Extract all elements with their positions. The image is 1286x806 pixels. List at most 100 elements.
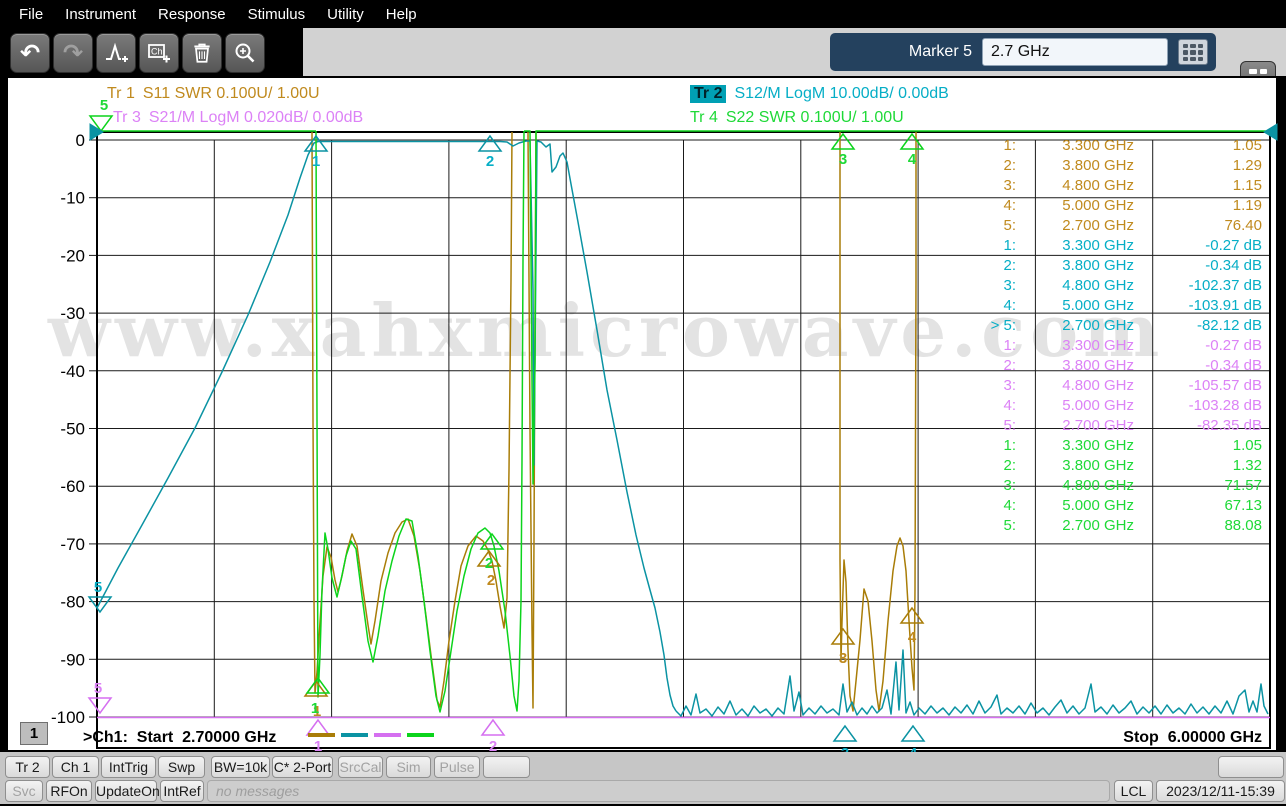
active-marker-bar: Marker 5	[830, 33, 1216, 71]
status-ch-1[interactable]: Ch 1	[52, 756, 99, 778]
marker-row: 1: 3.300 GHz 1.05	[950, 436, 1262, 456]
marker-number: 5:	[1003, 517, 1016, 534]
legend-dash-green	[407, 733, 434, 737]
toolbar: ↶ ↷ Ch Marker 5	[0, 28, 1286, 99]
marker-number: 4:	[1003, 497, 1016, 514]
marker-row: 5: 2.700 GHz 76.40	[950, 216, 1262, 236]
marker-number: 3:	[1003, 377, 1016, 394]
marker-frequency: 2.700 GHz	[1062, 317, 1134, 334]
marker-frequency: 5.000 GHz	[1062, 497, 1134, 514]
keypad-icon[interactable]	[1178, 39, 1208, 65]
marker-value: -103.91 dB	[1188, 297, 1262, 314]
marker-value: -82.12 dB	[1196, 317, 1262, 334]
menu-utility[interactable]: Utility	[318, 4, 373, 25]
marker-value: 1.05	[1232, 437, 1262, 454]
redo-button: ↷	[53, 33, 93, 73]
marker-frequency: 2.700 GHz	[1062, 517, 1134, 534]
marker-frequency: 5.000 GHz	[1062, 197, 1134, 214]
menu-bar: File Instrument Response Stimulus Utility Hel…	[0, 0, 1286, 28]
marker-number: 5:	[1003, 217, 1016, 234]
trace-label-row-4: Tr 4 S22 SWR 0.100U/ 1.00U	[690, 109, 904, 127]
status-blank	[1218, 756, 1284, 778]
zoom-in-button[interactable]	[225, 33, 265, 73]
menu-file[interactable]: File	[10, 4, 52, 25]
marker-frequency: 4.800 GHz	[1062, 177, 1134, 194]
marker-number: 2:	[1003, 257, 1016, 274]
marker-value: 67.13	[1224, 497, 1262, 514]
status-lcl[interactable]: LCL	[1114, 780, 1153, 802]
status-updateon[interactable]: UpdateOn	[95, 780, 160, 802]
marker-frequency: 2.700 GHz	[1062, 417, 1134, 434]
marker-row: 1: 3.300 GHz 1.05	[950, 136, 1262, 156]
marker-number: > 5:	[990, 317, 1016, 334]
menu-response[interactable]: Response	[149, 4, 235, 25]
status-rfon[interactable]: RFOn	[46, 780, 92, 802]
marker-value: 1.29	[1232, 157, 1262, 174]
trace-params-3: S21/M LogM 0.020dB/ 0.00dB	[148, 109, 364, 126]
marker-number: 1:	[1003, 137, 1016, 154]
undo-button[interactable]: ↶	[10, 33, 50, 73]
marker-number: 4:	[1003, 297, 1016, 314]
marker-row: 2: 3.800 GHz -0.34 dB	[950, 356, 1262, 376]
status-swp[interactable]: Swp	[158, 756, 205, 778]
marker-row: 5: 2.700 GHz 88.08	[950, 516, 1262, 536]
marker-row: 1: 3.300 GHz -0.27 dB	[950, 236, 1262, 256]
trace-label-row-1: Tr 1 S11 SWR 0.100U/ 1.00U	[107, 85, 320, 103]
marker-row: 5: 2.700 GHz -82.35 dB	[950, 416, 1262, 436]
marker-row: 2: 3.800 GHz 1.29	[950, 156, 1262, 176]
marker-number: 1:	[1003, 237, 1016, 254]
marker-row: 1: 3.300 GHz -0.27 dB	[950, 336, 1262, 356]
trace-params-4: S22 SWR 0.100U/ 1.00U	[725, 109, 904, 126]
marker-row: 4: 5.000 GHz 67.13	[950, 496, 1262, 516]
trace-label-row-2: Tr 2 S12/M LogM 10.00dB/ 0.00dB	[690, 85, 949, 103]
marker-frequency: 3.300 GHz	[1062, 337, 1134, 354]
marker-number: 2:	[1003, 357, 1016, 374]
trace-id-3[interactable]: Tr 3	[113, 109, 141, 126]
delete-button[interactable]	[182, 33, 222, 73]
marker-row: 3: 4.800 GHz -105.57 dB	[950, 376, 1262, 396]
marker-value: -82.35 dB	[1196, 417, 1262, 434]
menu-stimulus[interactable]: Stimulus	[239, 4, 315, 25]
status-pulse: Pulse	[434, 756, 480, 778]
marker-frequency: 5.000 GHz	[1062, 397, 1134, 414]
status-inttrig[interactable]: IntTrig	[101, 756, 156, 778]
status-intref[interactable]: IntRef	[160, 780, 204, 802]
sweep-stop-label: Stop 6.00000 GHz	[1123, 729, 1262, 746]
marker-frequency-input[interactable]	[982, 38, 1168, 66]
add-peak-button[interactable]	[96, 33, 136, 73]
marker-frequency: 3.800 GHz	[1062, 257, 1134, 274]
marker-frequency: 3.800 GHz	[1062, 157, 1134, 174]
marker-value: -0.27 dB	[1205, 337, 1262, 354]
status-tr-2[interactable]: Tr 2	[5, 756, 50, 778]
sweep-start-label: >Ch1: Start 2.70000 GHz	[83, 729, 277, 746]
add-channel-button[interactable]: Ch	[139, 33, 179, 73]
status-c-2-port[interactable]: C* 2-Port	[272, 756, 333, 778]
marker-value: -105.57 dB	[1188, 377, 1262, 394]
menu-instrument[interactable]: Instrument	[56, 4, 145, 25]
marker-value: 1.05	[1232, 137, 1262, 154]
marker-row: 4: 5.000 GHz 1.19	[950, 196, 1262, 216]
marker-number: 3:	[1003, 477, 1016, 494]
marker-value: -0.27 dB	[1205, 237, 1262, 254]
marker-row: 4: 5.000 GHz -103.91 dB	[950, 296, 1262, 316]
status-2023-12-11-15-39[interactable]: 2023/12/11-15:39	[1156, 780, 1285, 802]
menu-help[interactable]: Help	[377, 4, 426, 25]
legend-dash-violet	[374, 733, 401, 737]
marker-frequency: 4.800 GHz	[1062, 377, 1134, 394]
legend-dash-orange	[308, 733, 335, 737]
status-sim: Sim	[386, 756, 431, 778]
marker-frequency: 5.000 GHz	[1062, 297, 1134, 314]
trace-id-4[interactable]: Tr 4	[690, 109, 718, 126]
trace-id-2[interactable]: Tr 2	[690, 85, 727, 103]
marker-frequency: 4.800 GHz	[1062, 277, 1134, 294]
marker-row: 4: 5.000 GHz -103.28 dB	[950, 396, 1262, 416]
marker-row: 3: 4.800 GHz 71.57	[950, 476, 1262, 496]
status-bw-10k[interactable]: BW=10k	[211, 756, 270, 778]
marker-number: 2:	[1003, 457, 1016, 474]
marker-frequency: 3.300 GHz	[1062, 137, 1134, 154]
trace-id-1[interactable]: Tr 1	[107, 85, 135, 102]
marker-value: 1.19	[1232, 197, 1262, 214]
marker-frequency: 4.800 GHz	[1062, 477, 1134, 494]
marker-value: -0.34 dB	[1205, 257, 1262, 274]
marker-number: 1:	[1003, 337, 1016, 354]
